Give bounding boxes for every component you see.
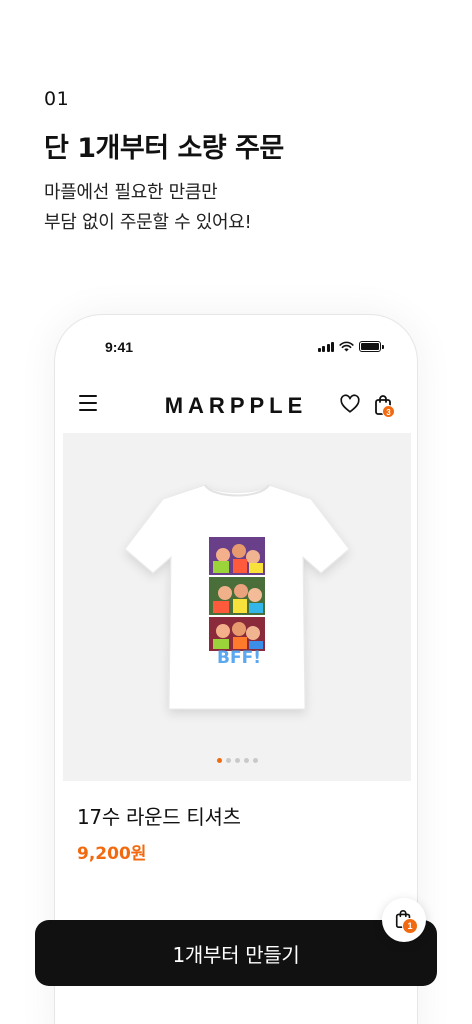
headline: 단 1개부터 소량 주문 [44, 133, 284, 164]
tshirt-image: BFF! [124, 484, 350, 710]
product-price: 9,200원 [77, 844, 147, 864]
status-time: 9:41 [105, 339, 134, 355]
gallery-dot[interactable] [252, 758, 258, 763]
app-bar: MARPPLE 3 [55, 387, 417, 423]
step-number: 01 [44, 88, 70, 110]
wifi-icon [339, 341, 354, 352]
product-name[interactable]: 17수 라운드 티셔츠 [77, 801, 241, 830]
cart-count-badge: 3 [382, 405, 395, 418]
heart-icon[interactable] [339, 393, 361, 415]
gallery-dot[interactable] [243, 758, 249, 763]
gallery-dot[interactable] [216, 758, 222, 763]
gallery-dot[interactable] [234, 758, 240, 763]
make-from-one-button[interactable]: 1개부터 만들기 [35, 920, 437, 986]
phone-mockup: 9:41 MARPPLE 3 BFF! 17수 라운드 티셔츠 9,200원 [54, 314, 418, 1024]
signal-icon [317, 341, 334, 352]
brand-logo[interactable]: MARPPLE [55, 393, 417, 419]
cart-fab-badge: 1 [402, 918, 418, 934]
product-image[interactable]: BFF! [63, 433, 411, 781]
subline-1: 마플에선 필요한 만큼만 [44, 182, 218, 203]
gallery-dot[interactable] [225, 758, 231, 763]
gallery-indicator[interactable] [63, 758, 411, 763]
print-text: BFF! [217, 648, 261, 668]
status-icons [317, 341, 384, 352]
floating-cart-button[interactable]: 1 [382, 898, 426, 942]
subline-2: 부담 없이 주문할 수 있어요! [44, 212, 252, 233]
battery-icon [359, 341, 384, 352]
